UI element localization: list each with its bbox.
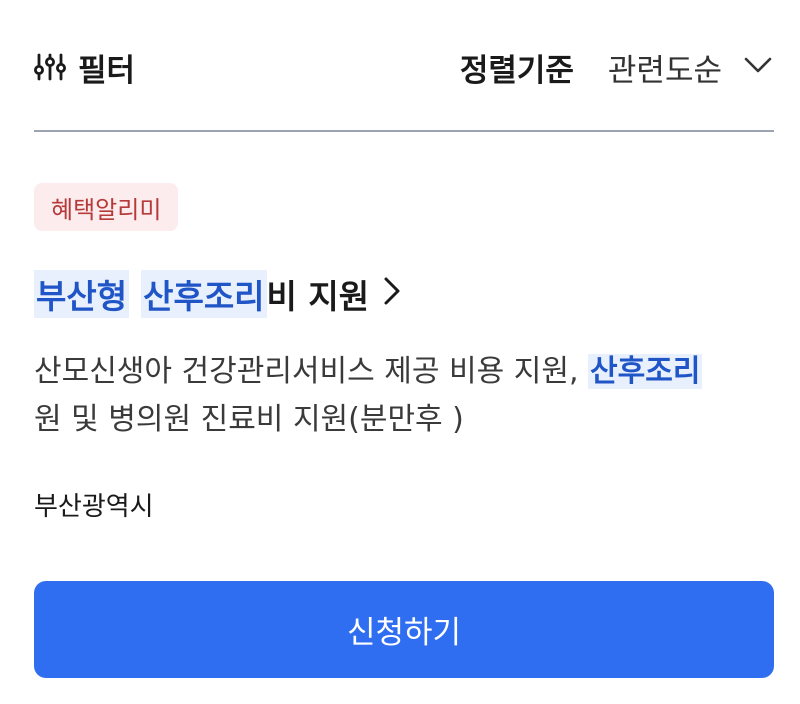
sort-title: 정렬기준 (459, 52, 574, 89)
sort-select[interactable]: 관련도순 (608, 45, 772, 90)
sort-value: 관련도순 (607, 52, 722, 89)
benefit-description: 산모신생아 건강관리서비스 제공 비용 지원, 산후조리원 및 병의원 진료비 … (34, 348, 774, 444)
results-toolbar: 필터 정렬기준 관련도순 (34, 36, 772, 98)
chevron-down-icon (744, 56, 772, 78)
filter-button[interactable]: 필터 (34, 45, 135, 90)
benefit-title-link[interactable]: 부산형 산후조리 비 지원 (34, 270, 401, 318)
category-badge: 혜택알리미 (34, 183, 179, 231)
apply-button[interactable]: 신청하기 (34, 581, 774, 678)
region-label: 부산광역시 (34, 492, 154, 522)
title-highlight-2: 산후조리 (141, 270, 267, 318)
filter-label: 필터 (78, 52, 136, 89)
description-highlight: 산후조리 (588, 354, 703, 389)
divider (34, 130, 774, 132)
chevron-right-icon (383, 275, 401, 314)
title-rest: 비 지원 (266, 277, 370, 316)
sort-area: 정렬기준 관련도순 (460, 45, 772, 90)
description-text-2: 원 및 병의원 진료비 지원(분만후 ) (34, 402, 464, 437)
description-text-1: 산모신생아 건강관리서비스 제공 비용 지원, (34, 354, 589, 389)
title-highlight-1: 부산형 (34, 270, 130, 318)
sliders-icon (34, 52, 66, 82)
